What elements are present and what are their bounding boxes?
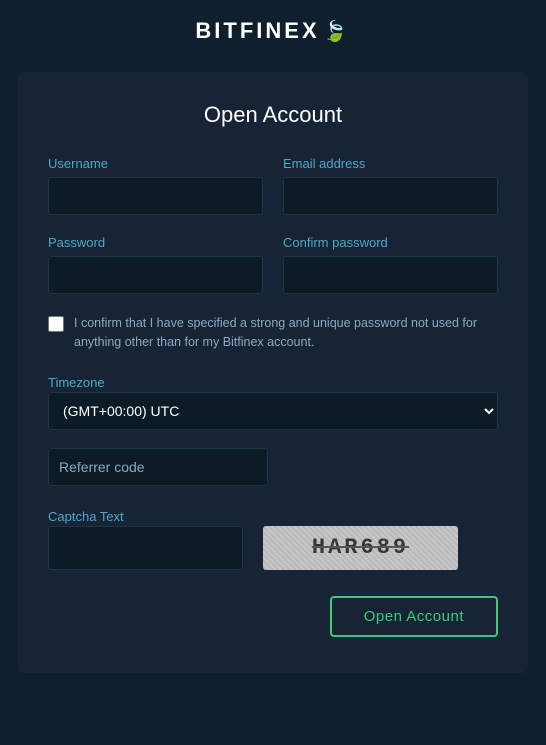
timezone-group: Timezone (GMT-12:00) Baker Island(GMT-11… <box>48 374 498 430</box>
captcha-input[interactable] <box>48 526 243 570</box>
password-confirmation-row: I confirm that I have specified a strong… <box>48 314 498 352</box>
confirm-password-group: Confirm password <box>283 235 498 294</box>
page-title: Open Account <box>48 102 498 128</box>
password-row: Password Confirm password <box>48 235 498 294</box>
confirm-password-input[interactable] <box>283 256 498 294</box>
username-input[interactable] <box>48 177 263 215</box>
username-label: Username <box>48 156 263 171</box>
captcha-noise <box>263 526 458 570</box>
captcha-text-label: Captcha Text <box>48 509 124 524</box>
username-group: Username <box>48 156 263 215</box>
captcha-image: HAR689 <box>263 526 458 570</box>
password-confirmation-checkbox[interactable] <box>48 316 64 332</box>
email-label: Email address <box>283 156 498 171</box>
logo-text: BITFINEX <box>195 18 319 43</box>
registration-card: Open Account Username Email address Pass… <box>18 72 528 673</box>
email-input[interactable] <box>283 177 498 215</box>
timezone-select[interactable]: (GMT-12:00) Baker Island(GMT-11:00) Amer… <box>48 392 498 430</box>
open-account-button[interactable]: Open Account <box>330 596 498 637</box>
password-input[interactable] <box>48 256 263 294</box>
referrer-group <box>48 448 498 486</box>
confirm-password-label: Confirm password <box>283 235 498 250</box>
username-email-row: Username Email address <box>48 156 498 215</box>
logo-leaf-icon: 🍃 <box>323 21 351 43</box>
header: BITFINEX🍃 <box>0 0 546 62</box>
email-group: Email address <box>283 156 498 215</box>
password-group: Password <box>48 235 263 294</box>
timezone-label: Timezone <box>48 375 105 390</box>
referrer-input[interactable] <box>48 448 268 486</box>
logo: BITFINEX🍃 <box>195 18 350 44</box>
password-label: Password <box>48 235 263 250</box>
button-row: Open Account <box>48 596 498 637</box>
password-confirmation-label: I confirm that I have specified a strong… <box>74 314 498 352</box>
captcha-row: HAR689 <box>48 526 498 570</box>
captcha-label: Captcha Text <box>48 508 498 526</box>
